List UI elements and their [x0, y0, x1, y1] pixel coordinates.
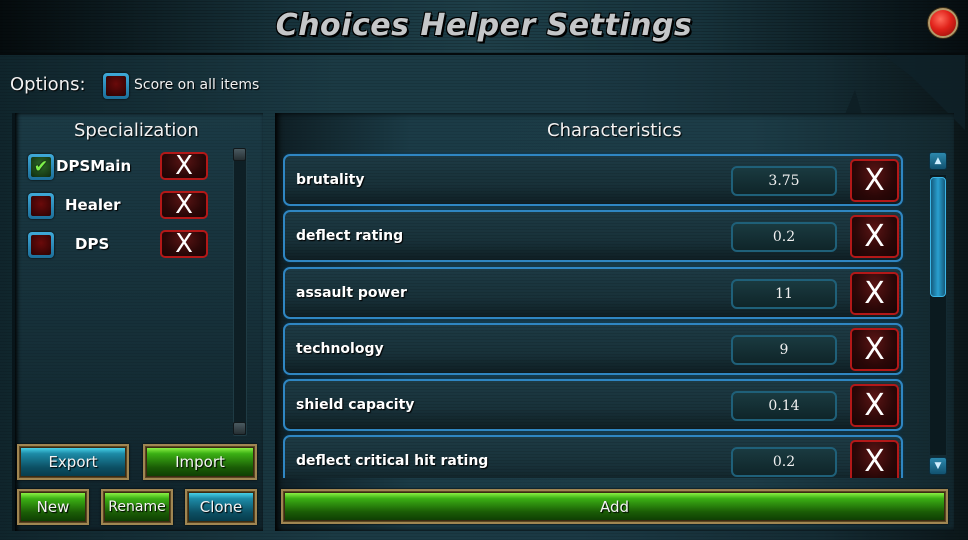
specialization-name: Healer	[65, 196, 121, 214]
checkbox-unchecked-icon	[106, 76, 126, 96]
specialization-checkbox[interactable]	[28, 193, 54, 219]
specialization-item[interactable]: ✔ DPSMain X	[28, 152, 238, 182]
specialization-heading: Specialization	[74, 120, 199, 141]
settings-window: Choices Helper Settings Options: Score o…	[0, 0, 968, 540]
characteristic-row: technology X	[283, 323, 903, 375]
characteristic-row: shield capacity X	[283, 379, 903, 431]
rename-button-label: Rename	[105, 493, 169, 521]
title-bar: Choices Helper Settings	[0, 0, 968, 55]
characteristic-row: deflect critical hit rating X	[283, 435, 903, 478]
remove-characteristic-button[interactable]: X	[850, 384, 899, 427]
score-on-all-items-checkbox[interactable]	[103, 73, 129, 99]
new-button[interactable]: New	[17, 489, 89, 525]
score-on-all-items-label: Score on all items	[134, 77, 260, 93]
characteristic-name: deflect rating	[296, 228, 404, 244]
characteristic-value-input[interactable]	[731, 279, 837, 309]
import-button-label: Import	[147, 448, 253, 476]
characteristic-row: assault power X	[283, 267, 903, 319]
options-label: Options:	[10, 74, 86, 95]
specialization-scrollbar[interactable]	[233, 148, 247, 436]
window-title: Choices Helper Settings	[275, 8, 693, 43]
new-button-label: New	[21, 493, 85, 521]
characteristics-scrollbar[interactable]: ▲ ▼	[928, 152, 948, 478]
checkbox-unchecked-icon	[31, 235, 51, 255]
scrollbar-thumb[interactable]	[930, 177, 946, 297]
add-characteristic-button[interactable]: Add	[281, 489, 948, 524]
import-button[interactable]: Import	[143, 444, 257, 480]
characteristic-value-input[interactable]	[731, 391, 837, 421]
specialization-name: DPS	[75, 235, 110, 253]
characteristic-value-input[interactable]	[731, 447, 837, 477]
scroll-up-button[interactable]	[233, 148, 246, 161]
characteristic-value-input[interactable]	[731, 222, 837, 252]
scroll-down-arrow-icon[interactable]: ▼	[929, 457, 947, 475]
remove-specialization-button[interactable]: X	[160, 230, 208, 258]
characteristic-value-input[interactable]	[731, 335, 837, 365]
add-button-label: Add	[285, 493, 944, 520]
remove-specialization-button[interactable]: X	[160, 191, 208, 219]
specialization-checkbox[interactable]: ✔	[28, 154, 54, 180]
specialization-item[interactable]: Healer X	[28, 191, 238, 221]
checkmark-icon: ✔	[33, 156, 49, 177]
export-button[interactable]: Export	[17, 444, 129, 480]
specialization-name: DPSMain	[56, 157, 132, 175]
remove-characteristic-button[interactable]: X	[850, 328, 899, 371]
remove-specialization-button[interactable]: X	[160, 152, 208, 180]
scroll-down-button[interactable]	[233, 422, 246, 435]
remove-characteristic-button[interactable]: X	[850, 215, 899, 258]
export-button-label: Export	[21, 448, 125, 476]
characteristic-row: brutality X	[283, 154, 903, 206]
specialization-checkbox[interactable]	[28, 232, 54, 258]
characteristic-row: deflect rating X	[283, 210, 903, 262]
characteristic-name: deflect critical hit rating	[296, 453, 489, 469]
scroll-up-arrow-icon[interactable]: ▲	[929, 152, 947, 170]
remove-characteristic-button[interactable]: X	[850, 440, 899, 478]
clone-button-label: Clone	[189, 493, 253, 521]
close-button[interactable]	[928, 8, 958, 38]
remove-characteristic-button[interactable]: X	[850, 272, 899, 315]
characteristic-name: shield capacity	[296, 397, 415, 413]
remove-characteristic-button[interactable]: X	[850, 159, 899, 202]
characteristics-list: brutality X deflect rating X assault pow…	[283, 152, 905, 478]
characteristic-name: brutality	[296, 172, 365, 188]
characteristics-heading: Characteristics	[547, 120, 682, 141]
characteristic-value-input[interactable]	[731, 166, 837, 196]
characteristic-name: assault power	[296, 285, 407, 301]
clone-button[interactable]: Clone	[185, 489, 257, 525]
rename-button[interactable]: Rename	[101, 489, 173, 525]
checkbox-unchecked-icon	[31, 196, 51, 216]
characteristic-name: technology	[296, 341, 384, 357]
specialization-item[interactable]: DPS X	[28, 230, 238, 260]
